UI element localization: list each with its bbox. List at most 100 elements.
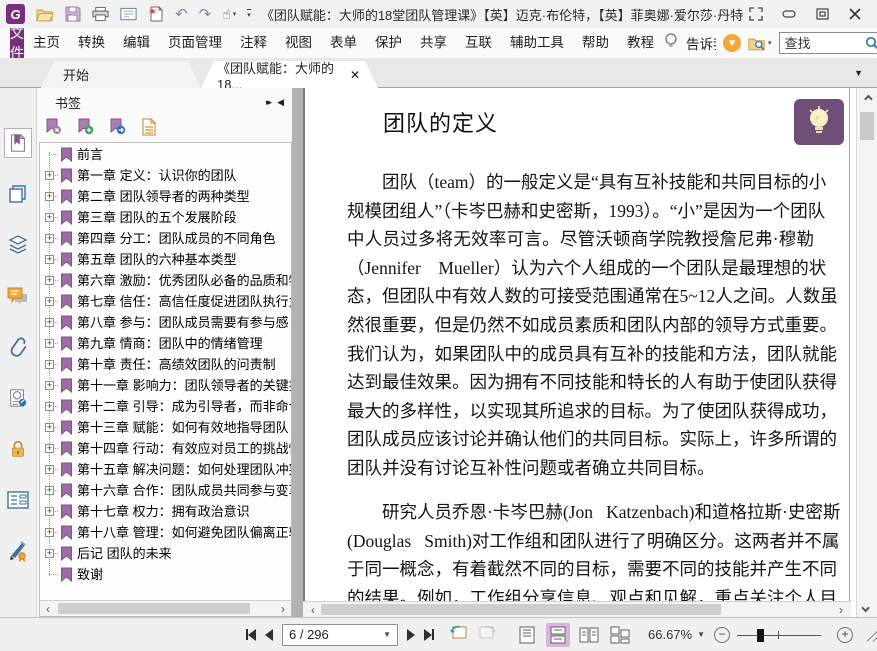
- digital-signatures-icon[interactable]: [4, 383, 32, 413]
- menu-item[interactable]: 注释: [231, 28, 276, 58]
- page-number-field[interactable]: 6 / 296 ▼: [282, 623, 398, 646]
- continuous-view-button[interactable]: [546, 622, 570, 647]
- panel-splitter[interactable]: [292, 88, 309, 617]
- bookmark-item[interactable]: + 第五章 团队的六种基本类型: [40, 249, 291, 270]
- email-icon[interactable]: [120, 7, 137, 21]
- collapse-panel-icon[interactable]: ◀: [277, 97, 284, 108]
- bookmark-item[interactable]: + 第六章 激励：优秀团队必备的品质和特: [40, 270, 291, 291]
- menu-item[interactable]: 编辑: [114, 28, 159, 58]
- new-document-icon[interactable]: [148, 6, 164, 22]
- expand-plus-icon[interactable]: +: [45, 171, 54, 180]
- file-menu-button[interactable]: 文件: [10, 25, 24, 61]
- bookmarks-horizontal-scrollbar[interactable]: ‹ ›: [40, 600, 291, 616]
- continuous-facing-view-button[interactable]: [608, 623, 632, 647]
- menu-item[interactable]: 主页: [24, 28, 69, 58]
- dock-layout-icon[interactable]: [744, 3, 768, 25]
- menu-item[interactable]: 表单: [321, 28, 366, 58]
- heart-icon[interactable]: ♥: [723, 34, 741, 52]
- resize-grip-icon[interactable]: [863, 627, 877, 642]
- scroll-left-icon[interactable]: ‹: [40, 601, 56, 616]
- menu-item[interactable]: 辅助工具: [501, 28, 573, 58]
- bookmark-item[interactable]: + 第十六章 合作：团队成员共同参与变革: [40, 480, 291, 501]
- form-fields-icon[interactable]: [4, 485, 32, 515]
- bookmark-item[interactable]: + 第十一章 影响力：团队领导者的关键技: [40, 375, 291, 396]
- expand-panel-icon[interactable]: ▸▸: [266, 97, 272, 108]
- page-thumbnails-icon[interactable]: [4, 179, 32, 209]
- bookmark-item[interactable]: + 第十八章 管理：如何避免团队偏离正轨: [40, 522, 291, 543]
- scrollbar-thumb[interactable]: [321, 604, 721, 615]
- expand-plus-icon[interactable]: +: [45, 423, 54, 432]
- undo-icon[interactable]: ↶: [175, 7, 188, 22]
- zoom-slider[interactable]: [737, 627, 822, 643]
- expand-plus-icon[interactable]: +: [45, 402, 54, 411]
- bookmark-item[interactable]: + 第二章 团队领导者的两种类型: [40, 186, 291, 207]
- bookmark-item[interactable]: + 第十三章 赋能：如何有效地指导团队: [40, 417, 291, 438]
- lightbulb-assistant-icon[interactable]: [663, 32, 679, 54]
- close-button[interactable]: [843, 3, 867, 25]
- scrollbar-thumb[interactable]: [58, 603, 250, 614]
- page-field-caret-icon[interactable]: ▼: [377, 630, 397, 639]
- bookmark-item[interactable]: + 第十七章 权力：拥有政治意识: [40, 501, 291, 522]
- comments-icon[interactable]: [4, 281, 32, 311]
- minimize-button[interactable]: [777, 3, 801, 25]
- pdf-page[interactable]: 团队的定义 团队（team）的一般定义是“具有互补技能和共同目标的小 规模团组人”…: [303, 88, 850, 601]
- hand-tool-button[interactable]: ☝ ▾: [222, 6, 236, 23]
- bookmark-item[interactable]: + 第四章 分工：团队成员的不同角色: [40, 228, 291, 249]
- menu-item[interactable]: 转换: [69, 28, 114, 58]
- layers-icon[interactable]: [4, 230, 32, 260]
- scroll-up-icon[interactable]: [857, 90, 877, 107]
- bookmark-item[interactable]: + 第九章 情商：团队中的情绪管理: [40, 333, 291, 354]
- lightbulb-tip-button[interactable]: [794, 99, 844, 145]
- zoom-in-button[interactable]: +: [837, 626, 854, 643]
- expand-plus-icon[interactable]: +: [45, 192, 54, 201]
- security-lock-icon[interactable]: [4, 434, 32, 464]
- add-bookmark-icon[interactable]: [77, 118, 94, 141]
- single-page-view-button[interactable]: [515, 623, 539, 647]
- menu-item[interactable]: 共享: [411, 28, 456, 58]
- open-file-icon[interactable]: [36, 7, 54, 22]
- menu-item[interactable]: 教程: [618, 28, 663, 58]
- bookmark-item[interactable]: + 后记 团队的未来: [40, 543, 291, 564]
- search-icon[interactable]: [864, 35, 877, 51]
- menu-item[interactable]: 视图: [276, 28, 321, 58]
- expand-plus-icon[interactable]: +: [45, 549, 54, 558]
- expand-plus-icon[interactable]: +: [45, 213, 54, 222]
- menu-item[interactable]: 页面管理: [159, 28, 231, 58]
- zoom-caret-icon[interactable]: ▼: [697, 630, 705, 639]
- expand-plus-icon[interactable]: +: [45, 234, 54, 243]
- menu-item[interactable]: 帮助: [573, 28, 618, 58]
- save-icon[interactable]: [65, 6, 81, 22]
- next-page-button[interactable]: [407, 628, 415, 641]
- previous-view-button[interactable]: [449, 623, 469, 646]
- expand-plus-icon[interactable]: +: [45, 381, 54, 390]
- search-folder-icon[interactable]: ▾: [748, 36, 772, 51]
- facing-view-button[interactable]: [577, 623, 601, 647]
- search-input[interactable]: [779, 35, 864, 51]
- expand-plus-icon[interactable]: +: [45, 360, 54, 369]
- customize-toolbar-icon[interactable]: ▾: [247, 9, 251, 19]
- search-folder-caret-icon[interactable]: ▾: [768, 39, 772, 47]
- expand-plus-icon[interactable]: +: [45, 318, 54, 327]
- expand-plus-icon[interactable]: +: [45, 465, 54, 474]
- bookmark-item[interactable]: 致谢: [40, 564, 291, 585]
- collapse-bookmarks-icon[interactable]: [45, 118, 62, 141]
- zoom-out-button[interactable]: −: [714, 626, 731, 643]
- scroll-right-icon[interactable]: ›: [275, 601, 291, 616]
- expand-plus-icon[interactable]: +: [45, 444, 54, 453]
- tab-start[interactable]: 开始: [41, 61, 201, 88]
- scroll-right-icon[interactable]: ›: [833, 602, 849, 617]
- menu-item[interactable]: 保护: [366, 28, 411, 58]
- tab-list-caret-icon[interactable]: ▼: [854, 68, 863, 78]
- expand-plus-icon[interactable]: +: [45, 507, 54, 516]
- expand-plus-icon[interactable]: +: [45, 339, 54, 348]
- goto-bookmark-icon[interactable]: [109, 118, 126, 141]
- bookmarks-panel-icon[interactable]: [4, 128, 32, 158]
- previous-page-button[interactable]: [265, 628, 273, 641]
- bookmark-item[interactable]: + 第十二章 引导：成为引导者，而非命令: [40, 396, 291, 417]
- last-page-button[interactable]: [424, 628, 434, 641]
- bookmark-item[interactable]: + 第一章 定义：认识你的团队: [40, 165, 291, 186]
- maximize-button[interactable]: [810, 3, 834, 25]
- expand-plus-icon[interactable]: +: [45, 528, 54, 537]
- tab-document[interactable]: 《团队赋能：大师的18... ✕: [201, 61, 378, 88]
- redo-icon[interactable]: ↷: [199, 7, 212, 22]
